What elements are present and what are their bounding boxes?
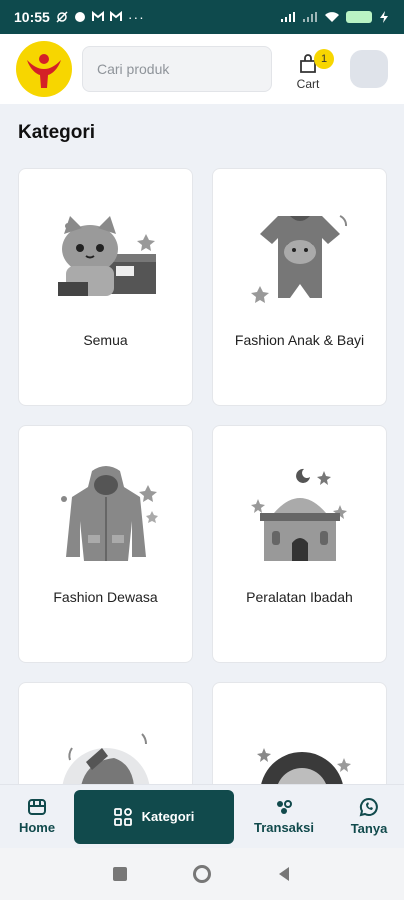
brand-logo[interactable]	[16, 41, 72, 97]
helmet-icon	[19, 713, 192, 788]
status-bar: 10:55 ···	[0, 0, 404, 34]
category-label: Peralatan Ibadah	[246, 589, 353, 605]
mail-icon-2	[109, 11, 122, 21]
app-header: Cart 1	[0, 34, 404, 104]
category-card-fashion-anak-bayi[interactable]: Fashion Anak & Bayi	[212, 168, 387, 406]
user-avatar[interactable]	[350, 50, 388, 88]
system-nav-bar	[0, 848, 404, 900]
status-time: 10:55	[14, 9, 50, 25]
whatsapp-icon	[359, 797, 378, 817]
app-icon	[74, 12, 85, 22]
battery-icon	[346, 11, 372, 23]
category-card-fashion-dewasa[interactable]: Fashion Dewasa	[18, 425, 193, 663]
cart-button[interactable]: Cart 1	[290, 47, 334, 91]
mosque-icon	[213, 456, 386, 576]
nav-transaksi[interactable]: Transaksi	[234, 790, 334, 844]
baby-clothes-icon	[213, 199, 386, 319]
mail-icon	[91, 11, 104, 21]
search-input[interactable]	[83, 61, 271, 77]
category-card-peralatan-ibadah[interactable]: Peralatan Ibadah	[212, 425, 387, 663]
logo-figure-icon	[27, 54, 61, 88]
nav-home-label: Home	[18, 820, 56, 835]
search-bar	[82, 46, 272, 92]
nav-tanya-label: Tanya	[350, 821, 388, 836]
charging-icon	[380, 11, 388, 23]
nav-transaksi-label: Transaksi	[254, 820, 314, 835]
page-title: Kategori	[18, 122, 96, 143]
recents-button[interactable]	[113, 867, 127, 881]
grid-icon	[113, 807, 132, 826]
nav-home[interactable]: Home	[0, 790, 74, 844]
cart-label: Cart	[296, 77, 320, 91]
nav-kategori[interactable]: Kategori	[74, 789, 234, 844]
cat-box-icon	[19, 199, 192, 319]
more-notifications-icon: ···	[127, 9, 145, 25]
category-card-semua[interactable]: Semua	[18, 168, 193, 406]
bottom-nav: Home Kategori Transaksi Tanya	[0, 784, 404, 848]
wifi-icon	[325, 12, 339, 22]
transaction-icon	[277, 800, 292, 814]
home-icon	[28, 799, 46, 815]
category-grid: Semua Fashion Anak & Bayi Fashion Dewasa…	[18, 168, 388, 788]
nav-tanya[interactable]: Tanya	[334, 790, 404, 844]
cart-count-badge: 1	[314, 49, 334, 69]
jacket-icon	[19, 456, 192, 576]
nav-kategori-label: Kategori	[141, 809, 195, 824]
signal-icon	[281, 12, 295, 22]
category-label: Fashion Dewasa	[53, 589, 158, 605]
home-system-button[interactable]	[193, 865, 211, 883]
category-label: Semua	[83, 332, 128, 348]
back-icon[interactable]	[277, 866, 291, 882]
category-card-5[interactable]	[18, 682, 193, 788]
category-card-6[interactable]	[212, 682, 387, 788]
muted-icon	[56, 11, 68, 23]
signal-icon-2	[303, 12, 317, 22]
tire-icon	[213, 713, 386, 788]
category-label: Fashion Anak & Bayi	[234, 332, 365, 348]
